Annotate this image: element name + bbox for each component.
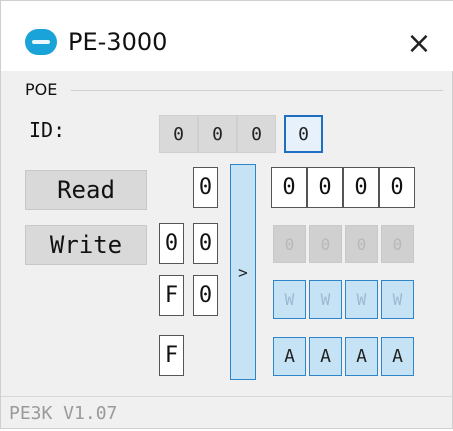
status-bar: PE3K V1.07 [1,396,453,431]
disabled-value-2: 0 [309,225,342,263]
id-digit-4[interactable]: 0 [284,115,323,153]
read-value-4: 0 [379,167,415,208]
disabled-value-1: 0 [273,225,306,263]
app-logo-icon [25,29,57,55]
left-col-b-cell-3[interactable]: 0 [193,275,218,316]
id-digit-3[interactable]: 0 [237,115,276,153]
id-label: ID: [29,118,66,142]
disabled-value-3: 0 [345,225,378,263]
left-col-a-cell-2[interactable]: F [159,275,184,316]
a-toggle-2[interactable]: A [309,337,342,376]
w-toggle-3[interactable]: W [345,280,378,319]
w-toggle-4[interactable]: W [381,280,414,319]
a-toggle-1[interactable]: A [273,337,306,376]
version-label: PE3K V1.07 [9,403,118,424]
read-value-1: 0 [271,167,307,208]
disabled-value-4: 0 [381,225,414,263]
w-toggle-1[interactable]: W [273,280,306,319]
read-value-3: 0 [343,167,379,208]
id-digit-1[interactable]: 0 [159,115,198,153]
app-window: PE-3000 × POE ID: 0 0 0 0 Read Write 0 0… [0,0,453,429]
title-bar: PE-3000 × [1,1,453,71]
read-value-2: 0 [307,167,343,208]
group-label-poe: POE [25,80,58,99]
write-button[interactable]: Write [25,225,147,265]
id-digit-2[interactable]: 0 [198,115,237,153]
transfer-button[interactable]: > [230,164,256,380]
close-button[interactable]: × [399,23,439,63]
left-col-a-cell-3[interactable]: F [159,335,184,376]
a-toggle-3[interactable]: A [345,337,378,376]
left-col-a-cell-1[interactable]: 0 [159,223,184,264]
left-col-b-cell-2[interactable]: 0 [193,223,218,264]
a-toggle-4[interactable]: A [381,337,414,376]
group-divider [71,90,443,91]
window-title: PE-3000 [68,28,168,56]
w-toggle-2[interactable]: W [309,280,342,319]
left-col-b-cell-1[interactable]: 0 [193,167,218,208]
read-button[interactable]: Read [25,170,147,210]
